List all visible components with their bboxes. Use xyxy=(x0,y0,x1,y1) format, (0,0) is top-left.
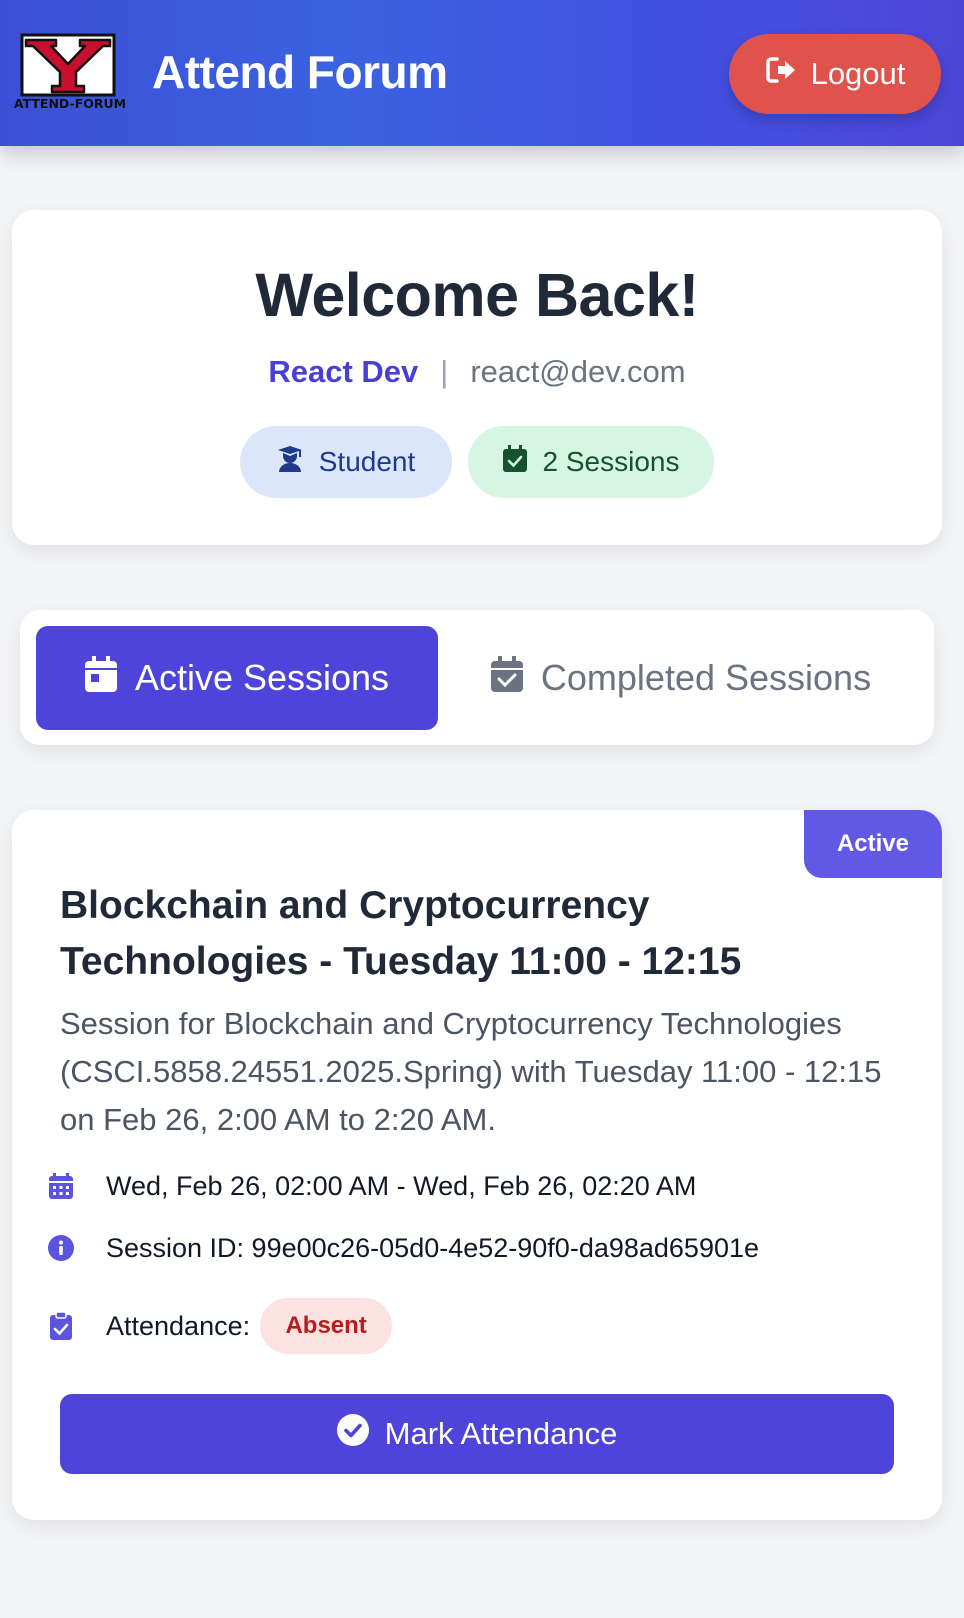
sign-out-icon xyxy=(765,55,797,93)
mark-attendance-label: Mark Attendance xyxy=(384,1416,618,1451)
calendar-icon xyxy=(84,655,117,701)
calendar-check-icon xyxy=(490,655,523,701)
attendance-label: Attendance: xyxy=(106,1310,251,1341)
user-info: React Dev | react@dev.com xyxy=(12,354,942,390)
session-time-row: Wed, Feb 26, 02:00 AM - Wed, Feb 26, 02:… xyxy=(48,1164,908,1208)
session-tabs: Active Sessions Completed Sessions xyxy=(20,610,934,745)
user-separator: | xyxy=(440,354,449,389)
attendance-status-badge: Absent xyxy=(260,1298,393,1354)
session-id-row: Session ID: 99e00c26-05d0-4e52-90f0-da98… xyxy=(48,1226,908,1270)
clipboard-check-icon xyxy=(48,1312,74,1340)
status-badge: Active xyxy=(804,810,942,878)
info-circle-icon xyxy=(48,1235,74,1261)
check-circle-icon xyxy=(336,1414,369,1454)
sessions-count-badge: 2 Sessions xyxy=(468,426,714,498)
sessions-count-label: 2 Sessions xyxy=(542,446,680,477)
tab-completed-sessions[interactable]: Completed Sessions xyxy=(456,626,906,730)
attendance-row: Attendance: Absent xyxy=(48,1298,908,1354)
session-description: Session for Blockchain and Cryptocurrenc… xyxy=(60,1006,882,1137)
logo-text: ATTEND-FORUM xyxy=(14,96,126,111)
role-label: Student xyxy=(318,446,416,477)
app-logo[interactable]: ATTEND-FORUM xyxy=(12,32,128,112)
session-time-text: Wed, Feb 26, 02:00 AM - Wed, Feb 26, 02:… xyxy=(106,1170,697,1201)
user-email: react@dev.com xyxy=(470,354,686,389)
user-graduate-icon xyxy=(277,445,303,480)
logout-label: Logout xyxy=(810,56,906,91)
app-header: ATTEND-FORUM Attend Forum Logout xyxy=(0,0,964,146)
user-name: React Dev xyxy=(268,354,419,389)
mark-attendance-button[interactable]: Mark Attendance xyxy=(60,1394,894,1474)
session-title: Blockchain and Cryptocurrency Technologi… xyxy=(60,884,742,983)
calendar-check-icon xyxy=(502,445,527,479)
tab-completed-label: Completed Sessions xyxy=(540,657,872,698)
app-title: Attend Forum xyxy=(152,46,448,98)
tab-active-sessions[interactable]: Active Sessions xyxy=(36,626,438,730)
logout-button[interactable]: Logout xyxy=(729,34,941,114)
ysu-y-logo-icon: ATTEND-FORUM xyxy=(14,33,126,111)
tab-active-label: Active Sessions xyxy=(134,657,390,698)
calendar-days-icon xyxy=(48,1173,74,1199)
role-badge: Student xyxy=(240,426,452,498)
session-id-text: Session ID: 99e00c26-05d0-4e52-90f0-da98… xyxy=(106,1232,760,1263)
welcome-card: Welcome Back! React Dev | react@dev.com St… xyxy=(12,210,942,545)
welcome-title: Welcome Back! xyxy=(255,261,699,329)
